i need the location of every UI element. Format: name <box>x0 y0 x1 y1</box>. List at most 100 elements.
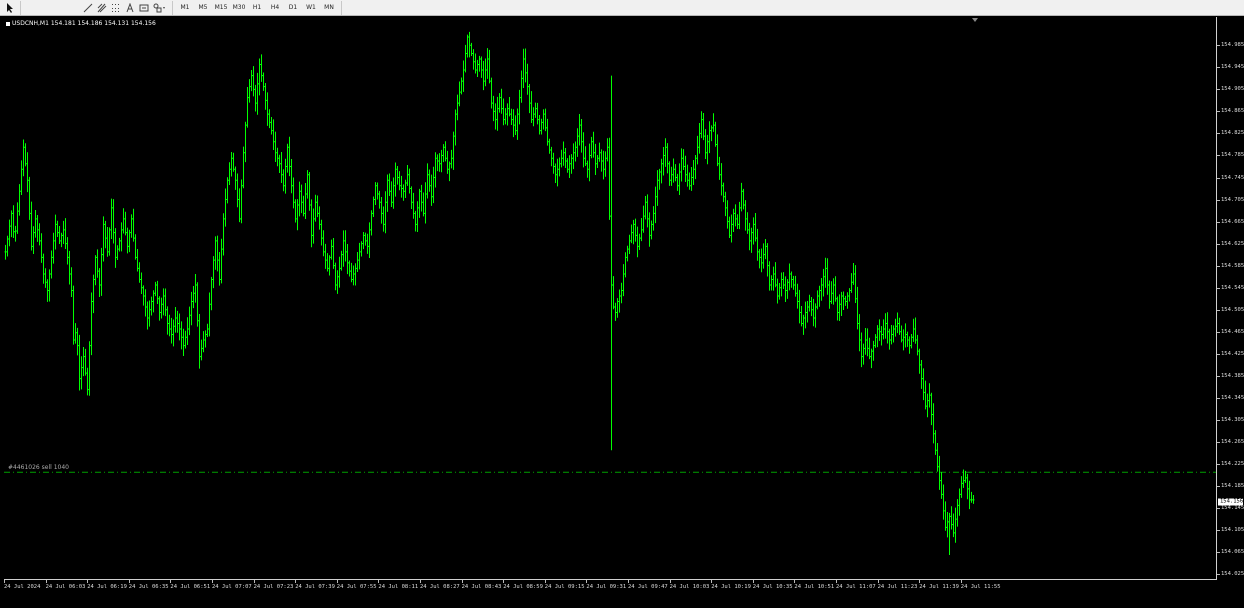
ohlc-bar <box>464 44 467 73</box>
ohlc-bar <box>854 265 857 303</box>
ohlc-bar <box>622 264 625 297</box>
ohlc-bar <box>618 289 621 313</box>
ohlc-bar <box>674 164 677 182</box>
price-tick-label: 154.025 <box>1216 571 1244 578</box>
ohlc-bar <box>738 201 741 230</box>
ohlc-bar <box>78 334 81 391</box>
timeframe-h4[interactable]: H4 <box>266 2 284 14</box>
ohlc-bars <box>4 31 975 555</box>
text-tool-icon[interactable] <box>123 2 137 14</box>
ohlc-bar <box>346 244 349 275</box>
ohlc-bar <box>150 296 153 316</box>
ohlc-bar <box>454 109 457 146</box>
chart-window[interactable]: USDCNH,M1 154.181 154.186 154.131 154.15… <box>0 17 1244 608</box>
order-line-label[interactable]: #4461026 sell 1040 <box>8 464 69 471</box>
time-axis[interactable]: 24 Jul 2024 24 Jul 06:03 24 Jul 06:19 24 Ju… <box>4 580 1217 594</box>
ohlc-bar <box>246 86 249 128</box>
ohlc-bar <box>760 248 763 273</box>
price-tick-label: 154.705 <box>1216 196 1244 203</box>
price-chart[interactable] <box>4 17 1217 580</box>
ohlc-bar <box>684 155 687 182</box>
ohlc-bar <box>782 272 785 290</box>
cursor-arrow-icon[interactable] <box>3 2 17 14</box>
ohlc-bar <box>944 501 947 531</box>
trendline-icon[interactable] <box>81 2 95 14</box>
ohlc-bar <box>620 282 623 304</box>
timeframe-m1[interactable]: M1 <box>176 2 194 14</box>
ohlc-bar <box>920 359 923 389</box>
ohlc-bar <box>946 512 949 538</box>
ohlc-bar <box>236 173 239 208</box>
shapes-dropdown-icon[interactable] <box>151 2 169 14</box>
ohlc-bar <box>470 42 473 56</box>
ohlc-bar <box>790 271 793 288</box>
chart-plot-area[interactable]: USDCNH,M1 154.181 154.186 154.131 154.15… <box>4 17 1217 580</box>
ohlc-bar <box>148 300 151 327</box>
ohlc-bar <box>436 154 439 172</box>
timeframe-m30[interactable]: M30 <box>230 2 248 14</box>
ohlc-bar <box>450 149 453 169</box>
ohlc-bar <box>512 109 515 138</box>
ohlc-bar <box>432 166 435 204</box>
ohlc-bar <box>824 257 827 288</box>
ohlc-bar <box>238 188 241 223</box>
ohlc-bar <box>486 48 489 79</box>
timeframe-w1[interactable]: W1 <box>302 2 320 14</box>
ohlc-bar <box>846 292 849 309</box>
ohlc-bar <box>224 188 227 227</box>
ohlc-bar <box>668 161 671 186</box>
ohlc-bar <box>658 168 661 190</box>
ohlc-bar <box>242 146 245 189</box>
ohlc-bar <box>614 302 617 321</box>
price-tick-label: 154.065 <box>1216 549 1244 556</box>
ohlc-bar <box>362 231 365 250</box>
ohlc-bar <box>534 102 537 118</box>
timeframe-m5[interactable]: M5 <box>194 2 212 14</box>
ohlc-bar <box>492 95 495 122</box>
chart-shift-marker-icon[interactable] <box>972 18 978 22</box>
ohlc-bar <box>734 204 737 227</box>
ohlc-bar <box>336 270 339 294</box>
ohlc-bar <box>12 205 15 238</box>
ohlc-bar <box>670 166 673 186</box>
ohlc-bar <box>370 210 373 236</box>
timeframe-mn[interactable]: MN <box>320 2 338 14</box>
ohlc-bar <box>96 249 99 278</box>
price-axis[interactable]: 154.985 154.945 154.905 154.865 154.825 154.7… <box>1216 17 1244 580</box>
ohlc-bar <box>88 341 91 396</box>
channel-icon[interactable] <box>95 2 109 14</box>
ohlc-bar <box>544 108 547 132</box>
ohlc-bar <box>666 143 669 174</box>
ohlc-bar <box>494 103 497 130</box>
time-tick-label: 24 Jul 07:07 <box>212 580 252 590</box>
ohlc-bar <box>552 152 555 174</box>
label-tool-icon[interactable] <box>137 2 151 14</box>
ohlc-bar <box>912 318 915 342</box>
ohlc-bar <box>322 230 325 257</box>
ohlc-bar <box>480 56 483 78</box>
price-tick-label: 154.585 <box>1216 262 1244 269</box>
ohlc-bar <box>134 234 137 260</box>
timeframe-h1[interactable]: H1 <box>248 2 266 14</box>
ohlc-bar <box>396 165 399 185</box>
ohlc-bar <box>576 128 579 157</box>
ohlc-bar <box>142 285 145 306</box>
ohlc-bar <box>524 48 527 83</box>
ohlc-bar <box>52 232 55 264</box>
timeframe-m15[interactable]: M15 <box>212 2 230 14</box>
ohlc-bar <box>756 228 759 261</box>
ohlc-bar <box>826 258 829 295</box>
timeframe-d1[interactable]: D1 <box>284 2 302 14</box>
ohlc-bar <box>468 31 471 58</box>
ohlc-bar <box>650 220 653 240</box>
ohlc-bar <box>122 208 125 234</box>
grid-lines-icon[interactable] <box>109 2 123 14</box>
ohlc-bar <box>308 172 311 211</box>
ohlc-bar <box>918 348 921 374</box>
ohlc-bar <box>154 281 157 297</box>
price-tick-label: 154.105 <box>1216 527 1244 534</box>
ohlc-bar <box>38 223 41 246</box>
ohlc-bar <box>232 152 235 172</box>
ohlc-bar <box>196 282 199 327</box>
ohlc-bar <box>930 392 933 426</box>
